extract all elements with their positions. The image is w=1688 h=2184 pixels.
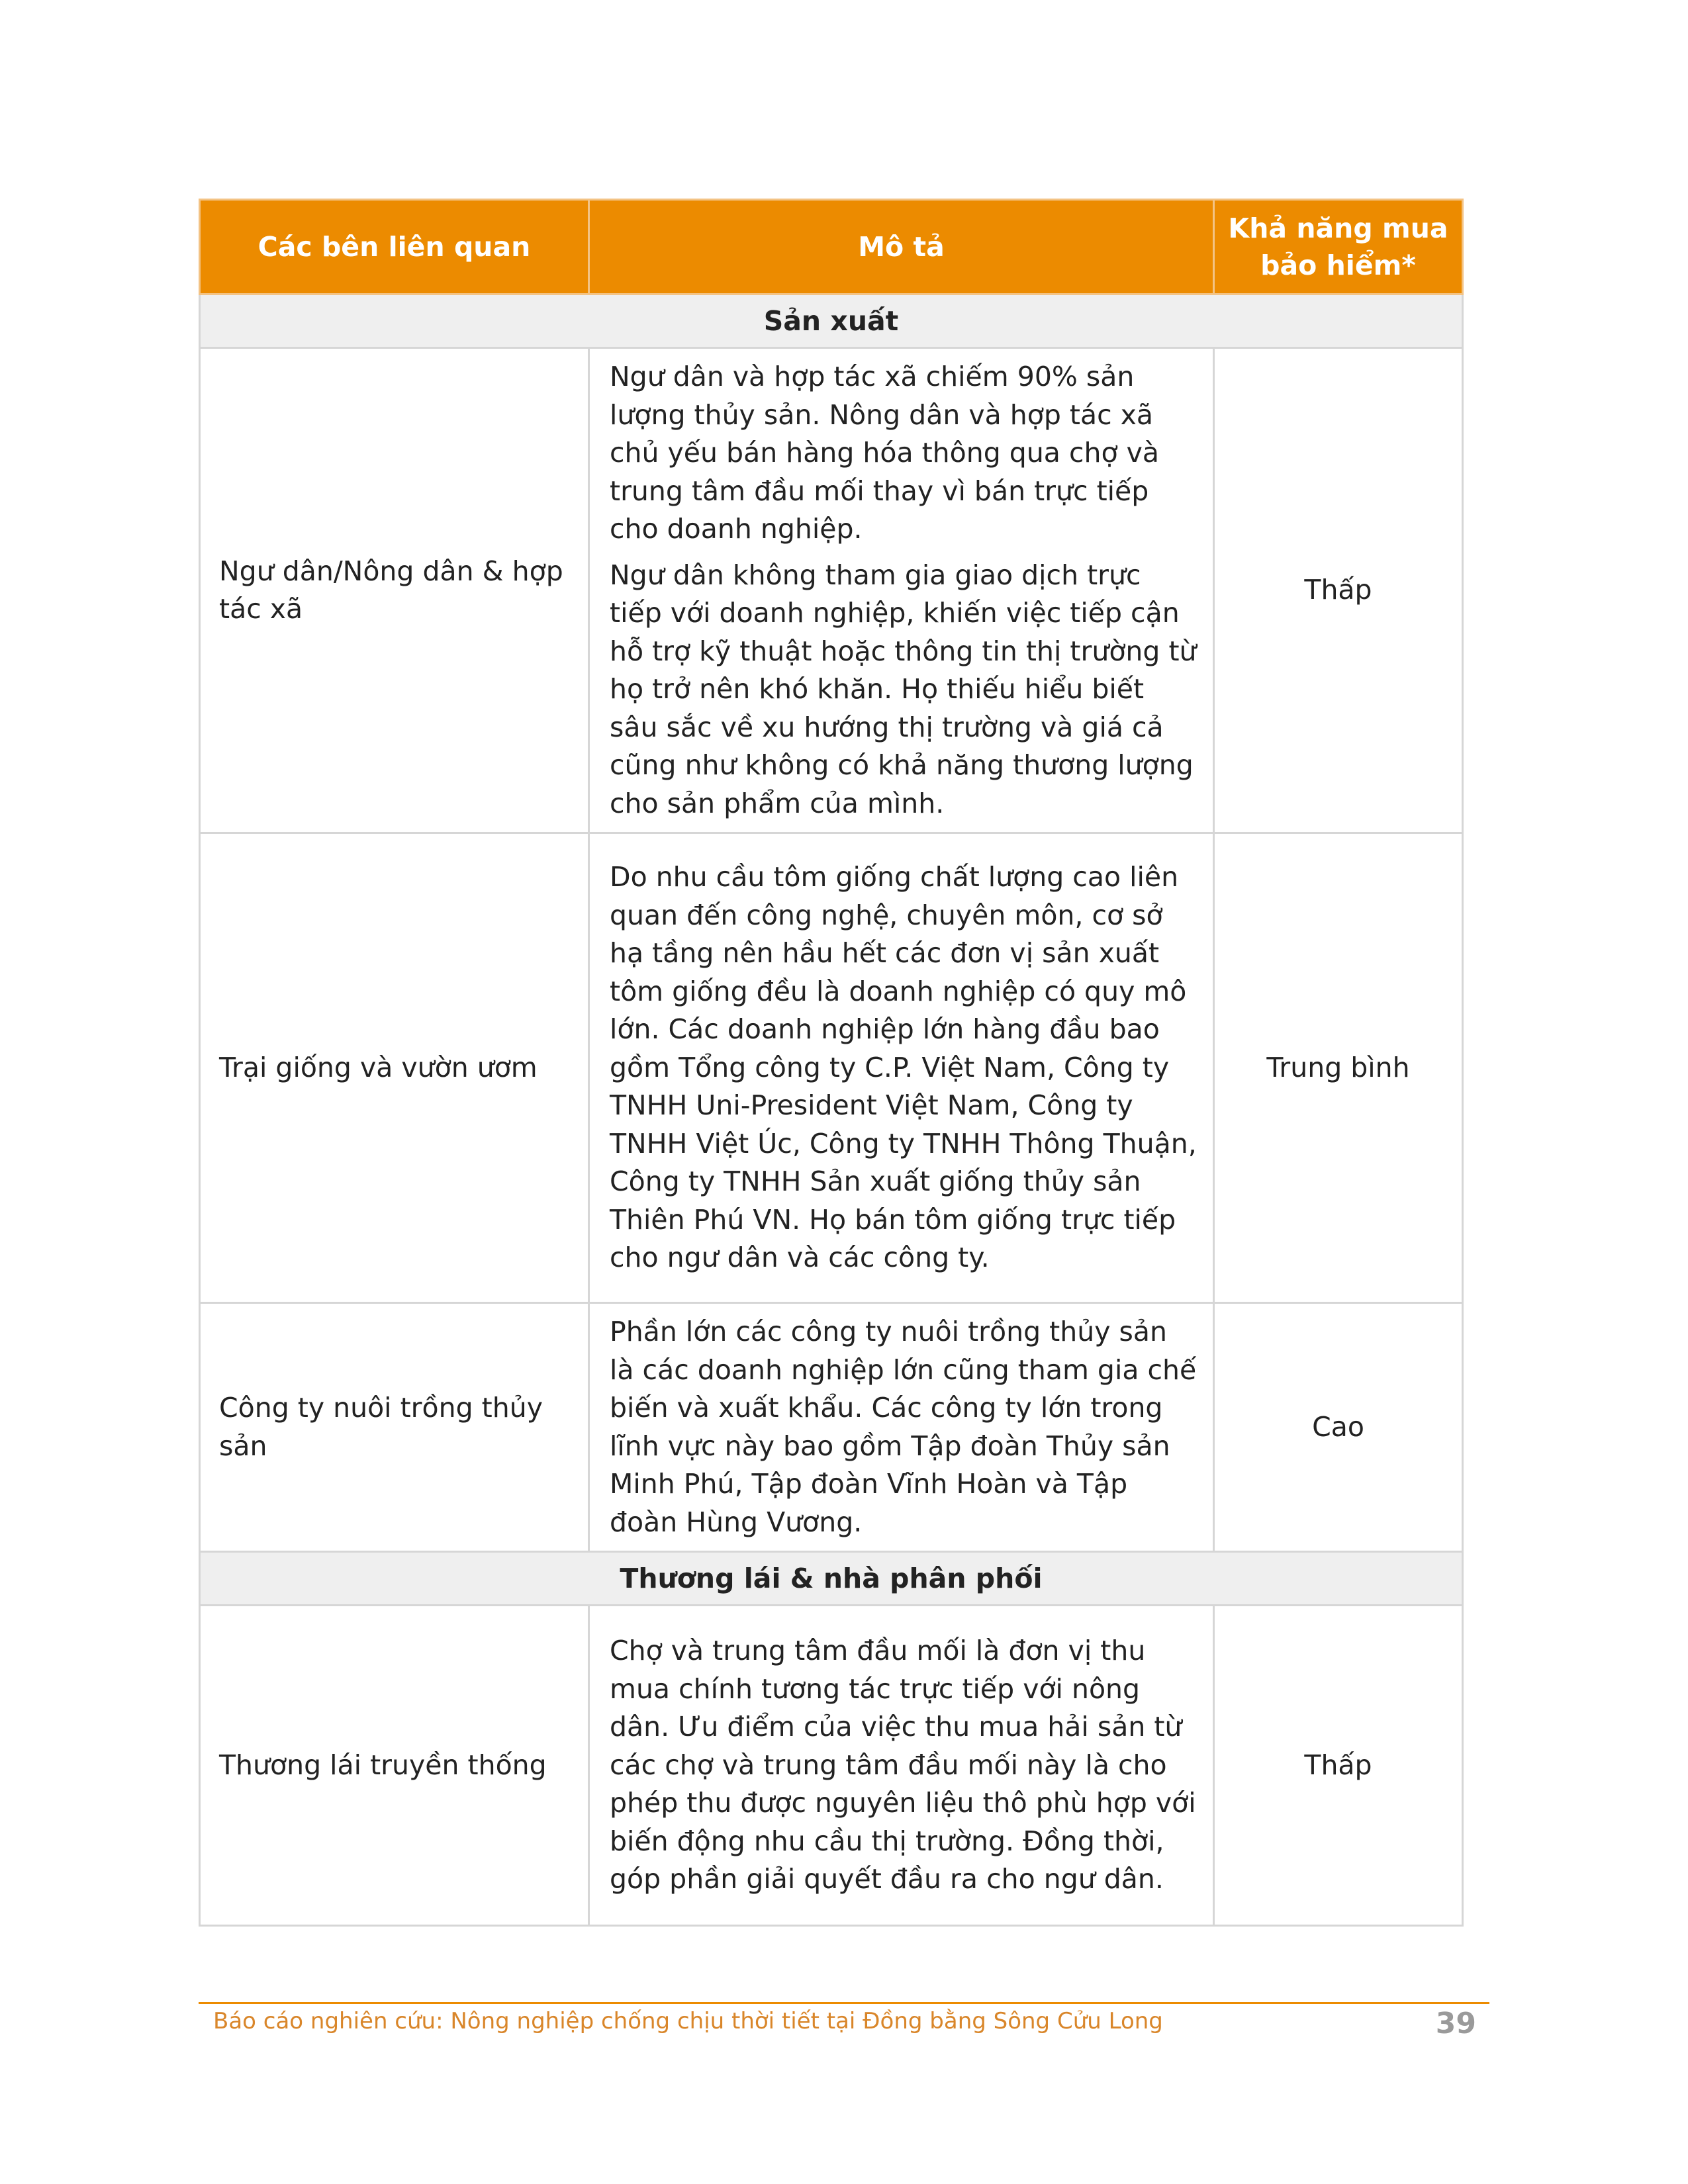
table-row: Công ty nuôi trồng thủy sản Phần lớn các… (199, 1302, 1464, 1553)
stakeholder-name: Thương lái truyền thống (199, 1604, 590, 1927)
table-body: Sản xuất Ngư dân/Nông dân & hợp tác xã N… (199, 293, 1464, 1927)
header-description: Mô tả (588, 199, 1215, 295)
stakeholder-name: Ngư dân/Nông dân & hợp tác xã (199, 347, 590, 834)
stakeholder-description: Chợ và trung tâm đầu mối là đơn vị thu m… (588, 1604, 1215, 1927)
header-stakeholders: Các bên liên quan (199, 199, 590, 295)
section-title: Thương lái & nhà phân phối (199, 1551, 1464, 1606)
description-paragraph: Do nhu cầu tôm giống chất lượng cao liên… (610, 861, 1197, 1274)
table-row: Thương lái truyền thống Chợ và trung tâm… (199, 1604, 1464, 1927)
table-header: Các bên liên quan Mô tả Khả năng mua bảo… (199, 199, 1464, 295)
stakeholder-table: Các bên liên quan Mô tả Khả năng mua bảo… (199, 199, 1464, 1927)
insurance-level: Cao (1213, 1302, 1464, 1553)
section-row-traders: Thương lái & nhà phân phối (199, 1551, 1464, 1606)
section-row-production: Sản xuất (199, 293, 1464, 349)
description-paragraph: Ngư dân không tham gia giao dịch trực ti… (610, 559, 1197, 819)
insurance-level: Trung bình (1213, 832, 1464, 1304)
header-row: Các bên liên quan Mô tả Khả năng mua bảo… (199, 199, 1464, 295)
stakeholder-name: Công ty nuôi trồng thủy sản (199, 1302, 590, 1553)
description-paragraph: Chợ và trung tâm đầu mối là đơn vị thu m… (610, 1635, 1196, 1895)
stakeholder-description: Do nhu cầu tôm giống chất lượng cao liên… (588, 832, 1215, 1304)
page-number: 39 (1435, 2007, 1476, 2040)
footer-report-title: Báo cáo nghiên cứu: Nông nghiệp chống ch… (213, 2008, 1163, 2034)
section-title: Sản xuất (199, 293, 1464, 349)
insurance-level: Thấp (1213, 347, 1464, 834)
table-row: Ngư dân/Nông dân & hợp tác xã Ngư dân và… (199, 347, 1464, 834)
header-insurance-capacity: Khả năng mua bảo hiểm* (1213, 199, 1464, 295)
description-paragraph: Ngư dân và hợp tác xã chiếm 90% sản lượn… (610, 361, 1159, 545)
description-paragraph: Phần lớn các công ty nuôi trồng thủy sản… (610, 1316, 1197, 1538)
footer-divider (199, 2002, 1489, 2004)
stakeholder-description: Phần lớn các công ty nuôi trồng thủy sản… (588, 1302, 1215, 1553)
stakeholder-description: Ngư dân và hợp tác xã chiếm 90% sản lượn… (588, 347, 1215, 834)
insurance-level: Thấp (1213, 1604, 1464, 1927)
stakeholder-name: Trại giống và vườn ươm (199, 832, 590, 1304)
table-row: Trại giống và vườn ươm Do nhu cầu tôm gi… (199, 832, 1464, 1304)
